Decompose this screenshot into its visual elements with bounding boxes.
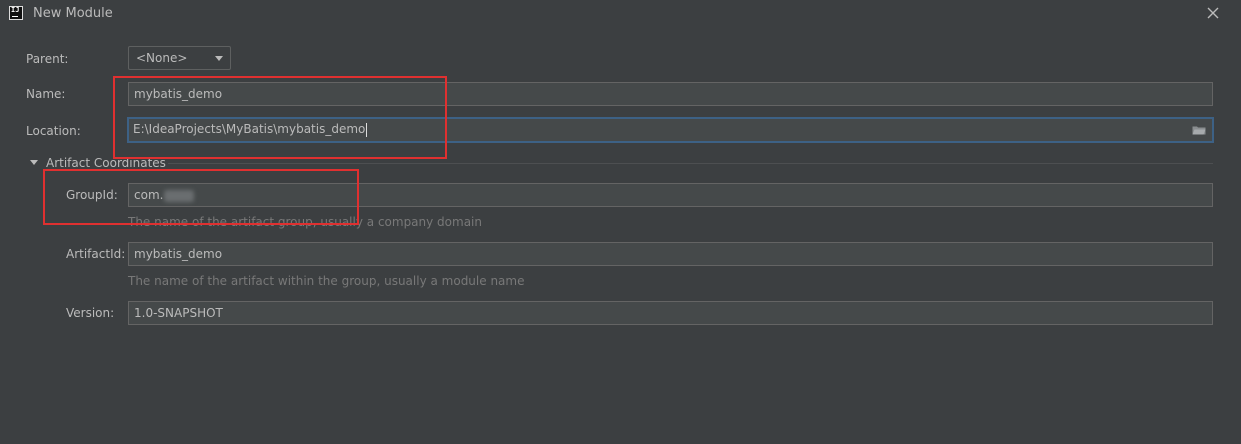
version-label: Version: <box>66 306 115 320</box>
name-field-value: mybatis_demo <box>134 87 223 101</box>
intellij-logo-icon: IJ <box>9 6 23 20</box>
location-field-value: E:\IdeaProjects\MyBatis\mybatis_demo <box>133 122 366 136</box>
parent-label: Parent: <box>26 52 69 66</box>
folder-icon[interactable] <box>1192 125 1206 135</box>
groupid-field[interactable]: com. <box>128 183 1213 207</box>
parent-dropdown-value: <None> <box>136 51 188 65</box>
close-icon[interactable] <box>1204 4 1222 22</box>
section-title: Artifact Coordinates <box>46 156 166 170</box>
artifactid-field-value: mybatis_demo <box>134 247 223 261</box>
artifact-coordinates-section[interactable]: Artifact Coordinates <box>30 155 1213 171</box>
version-field-value: 1.0-SNAPSHOT <box>134 306 223 320</box>
name-label: Name: <box>26 87 66 101</box>
location-label: Location: <box>26 124 81 138</box>
triangle-down-icon <box>30 160 38 165</box>
artifactid-hint: The name of the artifact within the grou… <box>128 274 525 288</box>
name-field[interactable]: mybatis_demo <box>128 82 1213 106</box>
text-caret <box>366 122 368 137</box>
artifactid-label: ArtifactId: <box>66 247 126 261</box>
groupid-field-value: com. <box>134 188 164 202</box>
version-field[interactable]: 1.0-SNAPSHOT <box>128 301 1213 325</box>
parent-dropdown[interactable]: <None> <box>128 46 231 70</box>
title-bar: IJ New Module <box>0 0 1241 30</box>
window-title: New Module <box>33 6 113 21</box>
section-divider <box>168 163 1213 164</box>
chevron-down-icon <box>215 56 223 61</box>
location-field[interactable]: E:\IdeaProjects\MyBatis\mybatis_demo <box>127 117 1214 143</box>
redacted-text <box>164 189 195 202</box>
groupid-label: GroupId: <box>66 188 118 202</box>
groupid-hint: The name of the artifact group, usually … <box>128 215 482 229</box>
artifactid-field[interactable]: mybatis_demo <box>128 242 1213 266</box>
